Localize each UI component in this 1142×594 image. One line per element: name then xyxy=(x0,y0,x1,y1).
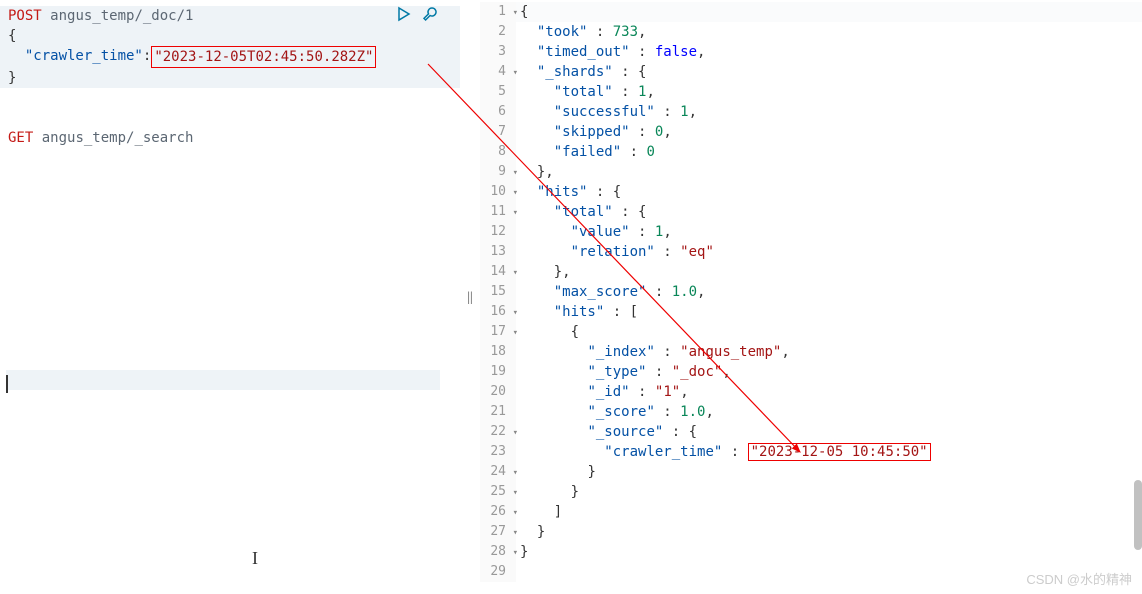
response-line[interactable]: 8 "failed" : 0 xyxy=(480,142,1142,162)
line-number: 18 xyxy=(480,342,516,362)
line-number: 22 xyxy=(480,422,516,442)
divider-handle-icon[interactable]: ‖ xyxy=(466,290,473,304)
request-editor-panel[interactable]: POST angus_temp/_doc/1 { "crawler_time":… xyxy=(0,0,460,594)
run-icon[interactable] xyxy=(396,6,414,24)
code-line[interactable]: { xyxy=(0,26,460,46)
line-number: 9 xyxy=(480,162,516,182)
line-number: 17 xyxy=(480,322,516,342)
response-line[interactable]: 27 } xyxy=(480,522,1142,542)
response-line[interactable]: 14 }, xyxy=(480,262,1142,282)
response-line[interactable]: 9 }, xyxy=(480,162,1142,182)
http-method: GET xyxy=(8,128,33,148)
response-line[interactable]: 11 "total" : { xyxy=(480,202,1142,222)
line-number: 19 xyxy=(480,362,516,382)
active-line-highlight xyxy=(6,370,440,390)
http-method: POST xyxy=(8,6,42,26)
line-number: 25 xyxy=(480,482,516,502)
response-line[interactable]: 16 "hits" : [ xyxy=(480,302,1142,322)
line-number: 24 xyxy=(480,462,516,482)
code-line[interactable]: POST angus_temp/_doc/1 xyxy=(0,6,460,26)
request-path: angus_temp/_doc/1 xyxy=(50,6,193,26)
response-line[interactable]: 2 "took" : 733, xyxy=(480,22,1142,42)
code-line[interactable]: } xyxy=(0,68,460,88)
response-line[interactable]: 4 "_shards" : { xyxy=(480,62,1142,82)
line-number: 15 xyxy=(480,282,516,302)
code-line[interactable] xyxy=(0,88,460,108)
watermark-text: CSDN @水的精神 xyxy=(1026,569,1132,588)
response-line[interactable]: 15 "max_score" : 1.0, xyxy=(480,282,1142,302)
line-number: 4 xyxy=(480,62,516,82)
line-number: 2 xyxy=(480,22,516,42)
editor-toolbar xyxy=(396,6,440,24)
line-number: 13 xyxy=(480,242,516,262)
panel-divider[interactable]: ‖ xyxy=(460,0,480,594)
response-line[interactable]: 24 } xyxy=(480,462,1142,482)
response-line[interactable]: 5 "total" : 1, xyxy=(480,82,1142,102)
response-line[interactable]: 10 "hits" : { xyxy=(480,182,1142,202)
request-path: angus_temp/_search xyxy=(42,128,194,148)
response-panel[interactable]: 1{2 "took" : 733,3 "timed_out" : false,4… xyxy=(480,0,1142,594)
line-number: 16 xyxy=(480,302,516,322)
code-line[interactable] xyxy=(0,108,460,128)
crawler-time-output: "2023-12-05 10:45:50" xyxy=(748,443,931,461)
main-container: POST angus_temp/_doc/1 { "crawler_time":… xyxy=(0,0,1142,594)
line-number: 12 xyxy=(480,222,516,242)
line-number: 8 xyxy=(480,142,516,162)
line-number: 7 xyxy=(480,122,516,142)
response-line[interactable]: 1{ xyxy=(480,2,1142,22)
code-line[interactable]: GET angus_temp/_search xyxy=(0,128,460,148)
response-line[interactable]: 17 { xyxy=(480,322,1142,342)
line-number: 23 xyxy=(480,442,516,462)
code-line[interactable]: "crawler_time":"2023-12-05T02:45:50.282Z… xyxy=(0,46,460,68)
line-number: 11 xyxy=(480,202,516,222)
response-line[interactable]: 23 "crawler_time" : "2023-12-05 10:45:50… xyxy=(480,442,1142,462)
line-number: 27 xyxy=(480,522,516,542)
line-number: 14 xyxy=(480,262,516,282)
crawler-time-input: "2023-12-05T02:45:50.282Z" xyxy=(151,46,376,68)
vertical-scrollbar[interactable] xyxy=(1134,480,1142,550)
line-number: 6 xyxy=(480,102,516,122)
line-number: 26 xyxy=(480,502,516,522)
line-number: 28 xyxy=(480,542,516,562)
response-line[interactable]: 18 "_index" : "angus_temp", xyxy=(480,342,1142,362)
response-line[interactable]: 25 } xyxy=(480,482,1142,502)
line-number: 29 xyxy=(480,562,516,582)
wrench-icon[interactable] xyxy=(422,6,440,24)
line-number: 21 xyxy=(480,402,516,422)
response-line[interactable]: 12 "value" : 1, xyxy=(480,222,1142,242)
text-cursor xyxy=(6,375,8,393)
response-line[interactable]: 19 "_type" : "_doc", xyxy=(480,362,1142,382)
response-line[interactable]: 28} xyxy=(480,542,1142,562)
response-line[interactable]: 26 ] xyxy=(480,502,1142,522)
line-number: 3 xyxy=(480,42,516,62)
line-number: 5 xyxy=(480,82,516,102)
response-line[interactable]: 3 "timed_out" : false, xyxy=(480,42,1142,62)
response-line[interactable]: 20 "_id" : "1", xyxy=(480,382,1142,402)
line-number: 20 xyxy=(480,382,516,402)
response-line[interactable]: 6 "successful" : 1, xyxy=(480,102,1142,122)
response-line[interactable]: 21 "_score" : 1.0, xyxy=(480,402,1142,422)
line-number: 10 xyxy=(480,182,516,202)
response-line[interactable]: 7 "skipped" : 0, xyxy=(480,122,1142,142)
response-line[interactable]: 22 "_source" : { xyxy=(480,422,1142,442)
response-line[interactable]: 13 "relation" : "eq" xyxy=(480,242,1142,262)
line-number: 1 xyxy=(480,2,516,22)
i-beam-cursor-icon: I xyxy=(252,548,258,569)
